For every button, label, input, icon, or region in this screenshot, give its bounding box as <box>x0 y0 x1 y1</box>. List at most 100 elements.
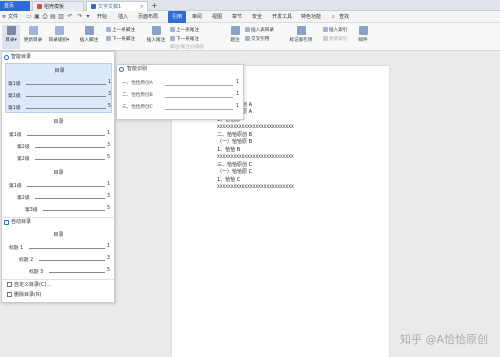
toc-leader-dots <box>43 210 105 211</box>
toc-leader-dots <box>26 96 106 97</box>
mail-button[interactable]: 邮件 <box>356 26 370 43</box>
next-endnote-label: 下一条尾注 <box>176 37 199 42</box>
new-tab-icon[interactable]: + <box>151 0 158 11</box>
auto-toc-header-label: 自动目录 <box>11 219 32 225</box>
toc-preview-entry: 标题 1 <box>9 246 24 251</box>
menu-developer[interactable]: 开发工具 <box>272 11 292 23</box>
toc-leader-dots <box>27 135 105 136</box>
toc-page-number: 5 <box>107 206 111 211</box>
doc-line[interactable]: 二、恰恰原创 B <box>217 132 252 138</box>
toc-leader-dots <box>165 97 233 98</box>
update-index-button[interactable]: 更新索引 <box>323 36 347 42</box>
insert-table-of-figures-label: 插入表目录 <box>251 28 274 33</box>
doc-line[interactable]: 1、恰恰 C <box>217 177 240 183</box>
doc-line[interactable]: XXXXXXXXXXXXXXXXXXXXXXXXXXXX <box>217 124 294 130</box>
next-footnote-button[interactable]: 下一条脚注 <box>106 36 135 42</box>
cross-reference-button[interactable]: 交叉引用 <box>245 36 269 42</box>
update-toc-label: 更新目录 <box>23 38 43 43</box>
toc-style-option-3[interactable]: 目录 第1级 1 第2级 3 第3级 5 <box>5 166 112 216</box>
prev-footnote-button[interactable]: 上一条脚注 <box>106 27 135 33</box>
menu-insert[interactable]: 插入 <box>118 11 128 23</box>
menu-features[interactable]: 特色功能 <box>301 11 321 23</box>
mark-index-entry-button[interactable]: 标记索引项 <box>285 26 317 43</box>
toc-level-label: 目录级别 <box>48 38 68 43</box>
update-toc-icon <box>28 26 38 35</box>
menu-bar: ≡ 文件 ▭ ▣ ⎙ ▤ ▥ ↶ ↷ ▾ 开始 插入 页面布局 引用 审阅 视图… <box>0 11 500 23</box>
toc-page-number: 3 <box>107 194 111 199</box>
doc-line[interactable]: （一）恰恰原 C <box>217 169 252 175</box>
toc-preview-entry: 第1级 <box>9 184 22 189</box>
smart-toc-entry[interactable]: 三、恰恰原创C <box>122 104 153 110</box>
mail-label: 邮件 <box>358 38 368 43</box>
doc-line[interactable]: 三、恰恰原创 C <box>217 162 252 168</box>
menu-search[interactable]: 查找 <box>339 11 349 23</box>
next-endnote-button[interactable]: 下一条尾注 <box>170 36 199 42</box>
toc-leader-dots <box>35 147 105 148</box>
print-icon[interactable]: ⎙ <box>42 13 48 20</box>
menu-chapter[interactable]: 章节 <box>232 11 242 23</box>
link-icon <box>245 36 250 41</box>
auto-toc-option[interactable]: 目录 标题 1 1 标题 2 3 标题 3 5 <box>5 228 112 278</box>
prev-endnote-label: 上一条尾注 <box>176 28 199 33</box>
toc-style-option-1[interactable]: 目录 第1级 1 第1级 3 第1级 5 <box>5 63 112 113</box>
smart-toc-entry[interactable]: 二、恰恰原创B <box>122 92 153 98</box>
undo-icon[interactable]: ↶ <box>67 13 73 20</box>
toc-button[interactable]: 目录▾ <box>2 25 20 49</box>
hamburger-icon[interactable]: ≡ <box>2 11 6 23</box>
delete-toc-menu-item[interactable]: 删除目录(R) <box>7 291 41 298</box>
toc-preview-title: 目录 <box>53 119 64 125</box>
smart-toc-entry[interactable]: 一、恰恰原创A <box>122 80 153 86</box>
redo-icon[interactable]: ↷ <box>77 13 83 20</box>
menu-references[interactable]: 引用 <box>168 11 187 23</box>
toc-preview-entry: 标题 3 <box>29 270 44 275</box>
toc-leader-dots <box>39 260 105 261</box>
save-icon[interactable]: ▣ <box>34 13 40 20</box>
prev-endnote-button[interactable]: 上一条尾注 <box>170 27 199 33</box>
footnote-endnote-separator-button[interactable]: 脚注/尾注分隔线 <box>170 44 204 50</box>
smart-recognition-header: 智能识别 <box>117 65 243 74</box>
toc-leader-dots <box>165 85 233 86</box>
tab-template[interactable]: 稻壳模板 <box>32 1 84 11</box>
toc-icon <box>6 26 16 35</box>
toc-button-label: 目录 <box>5 38 15 43</box>
doc-line[interactable]: 1、恰恰 B <box>217 147 240 153</box>
auto-toc-header: 自动目录 <box>2 218 114 227</box>
caption-button[interactable]: 题注 <box>228 26 242 43</box>
divider <box>2 279 114 280</box>
auto-toc-icon <box>4 220 9 225</box>
insert-endnote-button[interactable]: 插入尾注 <box>145 26 167 43</box>
preview-icon[interactable]: ▤ <box>50 13 56 20</box>
toc-style-option-2[interactable]: 目录 第1级 1 第2级 3 第2级 5 <box>5 115 112 165</box>
toc-page-number: 5 <box>108 104 112 109</box>
menu-view[interactable]: 视图 <box>212 11 222 23</box>
dropdown-icon[interactable]: ▾ <box>85 13 91 20</box>
smart-toc-header-label: 智能目录 <box>11 54 32 60</box>
search-icon[interactable]: ⌕ <box>332 11 335 23</box>
open-icon[interactable]: ▭ <box>26 13 32 20</box>
insert-footnote-button[interactable]: 插入脚注 <box>76 26 102 43</box>
menu-home[interactable]: 开始 <box>97 11 107 23</box>
doc-line[interactable]: XXXXXXXXXXXXXXXXXXXXXXXXXXXX <box>217 154 294 160</box>
tab-document[interactable]: 文字文稿1 × <box>86 1 148 11</box>
arrow-down-icon <box>170 36 175 41</box>
menu-security[interactable]: 安全 <box>252 11 262 23</box>
update-toc-button[interactable]: 更新目录 <box>22 26 44 43</box>
menu-page-layout[interactable]: 页面布局 <box>138 11 158 23</box>
tab-template-label: 稻壳模板 <box>44 4 65 10</box>
doc-line[interactable]: XXXXXXXXXXXXXXXXXXXXXXXXXXXX <box>217 184 294 190</box>
insert-index-button[interactable]: 插入索引 <box>323 27 347 33</box>
cross-reference-label: 交叉引用 <box>251 37 270 42</box>
toc-dropdown-panel: 智能目录 目录 第1级 1 第1级 3 第1级 5 目录 第1级 1 第2级 3… <box>1 51 115 303</box>
toc-level-button[interactable]: 目录级别▾ <box>46 26 72 43</box>
insert-table-of-figures-button[interactable]: 插入表目录 <box>245 27 274 33</box>
toc-page-number: 1 <box>236 104 240 109</box>
menu-review[interactable]: 审阅 <box>192 11 202 23</box>
toc-level-icon <box>54 26 64 35</box>
custom-toc-menu-item[interactable]: 自定义目录(C)... <box>7 281 51 288</box>
menu-file[interactable]: 文件 <box>8 11 18 23</box>
tab-home[interactable]: 首页 <box>0 1 30 11</box>
mark-entry-label: 标记索引项 <box>289 38 313 43</box>
custom-toc-label: 自定义目录(C)... <box>14 282 52 288</box>
doc-line[interactable]: （一）恰恰原 B <box>217 139 252 145</box>
print-preview-icon[interactable]: ▥ <box>58 13 64 20</box>
